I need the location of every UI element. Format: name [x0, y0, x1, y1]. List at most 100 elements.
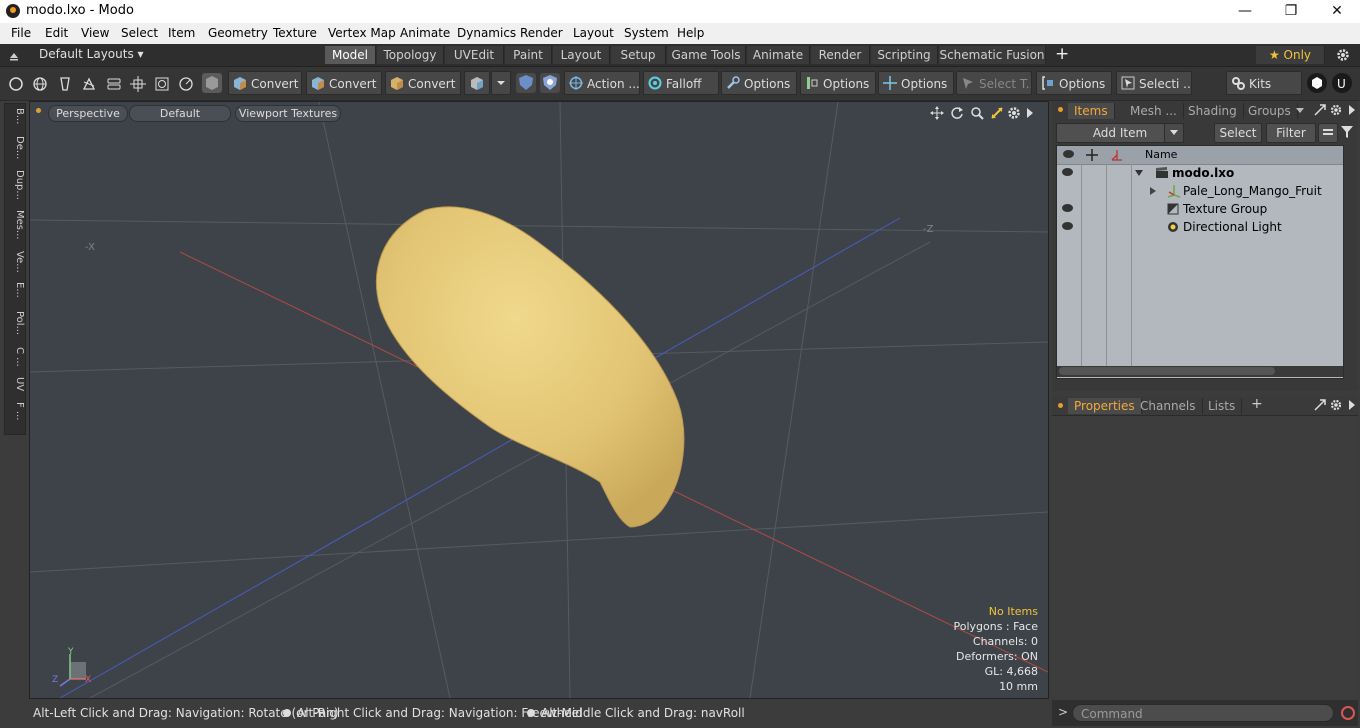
tab-topology[interactable]: Topology [377, 46, 444, 64]
tab-groups[interactable]: Groups [1242, 103, 1298, 119]
select-materials-icon[interactable] [106, 76, 122, 92]
viewport-textures-button[interactable]: Viewport Textures [235, 105, 341, 122]
visibility-eye-icon[interactable] [1062, 168, 1073, 176]
select-center-icon[interactable] [154, 76, 170, 92]
tab-setup[interactable]: Setup [611, 46, 666, 64]
vtab-fusion[interactable]: F ... [5, 402, 25, 420]
select-items-icon[interactable] [81, 76, 97, 92]
rotate-icon[interactable] [950, 106, 964, 120]
tab-scripting[interactable]: Scripting [871, 46, 938, 64]
tab-items[interactable]: Items [1068, 103, 1115, 119]
vtab-edge[interactable]: E... [5, 282, 25, 298]
select-button[interactable]: Select [1214, 123, 1262, 143]
tabs-overflow-chevron-icon[interactable] [1295, 107, 1305, 115]
tab-mesh[interactable]: Mesh ... [1124, 103, 1184, 119]
tab-shading[interactable]: Shading [1182, 103, 1244, 119]
panel-maximize-icon[interactable] [1314, 104, 1326, 116]
viewport-gear-icon[interactable] [1007, 106, 1021, 120]
layout-collapse-icon[interactable] [8, 49, 20, 61]
select-vertices-icon[interactable] [8, 76, 24, 92]
symmetry-dropdown[interactable] [491, 71, 511, 95]
panel-gear-icon[interactable] [1330, 399, 1342, 411]
column-header-name[interactable]: Name [1145, 146, 1177, 164]
3d-viewport[interactable]: -X -Z Y Z X Perspective Default Viewport… [29, 101, 1049, 699]
menu-view[interactable]: View [81, 26, 109, 40]
panel-arrow-icon[interactable] [1348, 399, 1356, 411]
viewport-menu-dot-icon[interactable] [36, 108, 41, 113]
menu-file[interactable]: File [11, 26, 31, 40]
symmetry-cube-button[interactable] [464, 71, 490, 95]
shield-icon[interactable] [516, 73, 536, 93]
convert-button-1[interactable]: Convert [228, 71, 302, 95]
locator-column-icon[interactable] [1111, 149, 1123, 161]
zoom-icon[interactable] [970, 106, 984, 120]
unreal-icon[interactable]: U [1332, 73, 1352, 93]
menu-vertex-map[interactable]: Vertex Map [328, 26, 396, 40]
tab-uvedit[interactable]: UVEdit [445, 46, 504, 64]
tab-render[interactable]: Render [811, 46, 870, 64]
falloff-options-button[interactable]: Options [721, 71, 797, 95]
menu-select[interactable]: Select [121, 26, 158, 40]
select-polygons-icon[interactable] [57, 76, 73, 92]
list-item-mesh[interactable]: Pale_Long_Mango_Fruit [1057, 182, 1343, 200]
tab-lists[interactable]: Lists [1202, 398, 1243, 414]
menu-dynamics[interactable]: Dynamics [457, 26, 516, 40]
default-layouts-dropdown[interactable]: Default Layouts ▾ [39, 47, 144, 61]
restore-button[interactable]: ❐ [1268, 0, 1314, 23]
mango-mesh[interactable] [375, 206, 685, 528]
list-item-texture-group[interactable]: Texture Group [1057, 200, 1343, 218]
filter-button[interactable]: Filter [1266, 123, 1316, 143]
pan-icon[interactable] [930, 106, 944, 120]
selection-options-button[interactable]: Options [1036, 71, 1112, 95]
select-through-button[interactable]: Select T... [956, 71, 1032, 95]
menu-item[interactable]: Item [168, 26, 195, 40]
collapsed-triangle-icon[interactable] [1149, 187, 1157, 195]
command-input[interactable]: Command [1072, 704, 1334, 722]
vtab-uv[interactable]: UV [5, 377, 25, 391]
expanded-triangle-icon[interactable] [1135, 169, 1143, 177]
menu-layout[interactable]: Layout [573, 26, 614, 40]
select-edges-icon[interactable] [32, 76, 48, 92]
shading-default-button[interactable]: Default [129, 105, 231, 122]
panel-menu-dot-icon[interactable] [1058, 107, 1063, 112]
tab-layout[interactable]: Layout [553, 46, 610, 64]
menu-help[interactable]: Help [677, 26, 704, 40]
shaded-cube-icon[interactable] [202, 73, 222, 93]
menu-animate[interactable]: Animate [400, 26, 450, 40]
add-layout-button[interactable]: + [1055, 44, 1069, 64]
menu-geometry[interactable]: Geometry [208, 26, 268, 40]
snapping-options-button[interactable]: Options [800, 71, 876, 95]
convert-button-2[interactable]: Convert [306, 71, 382, 95]
collapse-all-button[interactable] [1318, 123, 1338, 143]
selection-sets-button[interactable]: Selecti ... [1116, 71, 1192, 95]
vtab-mesh-edit[interactable]: Mes... [5, 210, 25, 240]
viewport-expand-arrow-icon[interactable] [1025, 106, 1035, 120]
tab-game-tools[interactable]: Game Tools [667, 46, 746, 64]
convert-button-3[interactable]: Convert [385, 71, 461, 95]
perspective-button[interactable]: Perspective [48, 105, 128, 122]
settings-gear-icon[interactable] [1336, 48, 1350, 62]
vtab-vertex[interactable]: Ve... [5, 251, 25, 273]
vtab-basic[interactable]: B... [5, 108, 25, 124]
visibility-column-eye-icon[interactable] [1063, 150, 1074, 158]
vtab-deform[interactable]: De... [5, 136, 25, 159]
panel-menu-dot-icon[interactable] [1058, 403, 1063, 408]
panel-arrow-icon[interactable] [1348, 104, 1356, 116]
select-pivot-icon[interactable] [130, 76, 146, 92]
minimize-button[interactable]: — [1222, 0, 1268, 23]
viewport-scene[interactable]: -X -Z Y Z X [30, 102, 1048, 698]
panel-maximize-icon[interactable] [1314, 399, 1326, 411]
funnel-filter-icon[interactable] [1340, 125, 1354, 139]
falloff-button[interactable]: Falloff [643, 71, 719, 95]
tab-model[interactable]: Model [325, 46, 376, 64]
visibility-eye-icon[interactable] [1062, 204, 1073, 212]
close-button[interactable]: ✕ [1314, 0, 1360, 23]
vtab-duplicate[interactable]: Dup... [5, 170, 25, 200]
unity-icon[interactable] [1307, 73, 1327, 93]
add-item-dropdown[interactable] [1164, 123, 1184, 143]
panel-gear-icon[interactable] [1330, 104, 1342, 116]
select-edge-loop-icon[interactable] [178, 76, 194, 92]
tab-properties[interactable]: Properties [1068, 398, 1142, 414]
shield-snap-icon[interactable] [540, 73, 560, 93]
visibility-eye-icon[interactable] [1062, 222, 1073, 230]
